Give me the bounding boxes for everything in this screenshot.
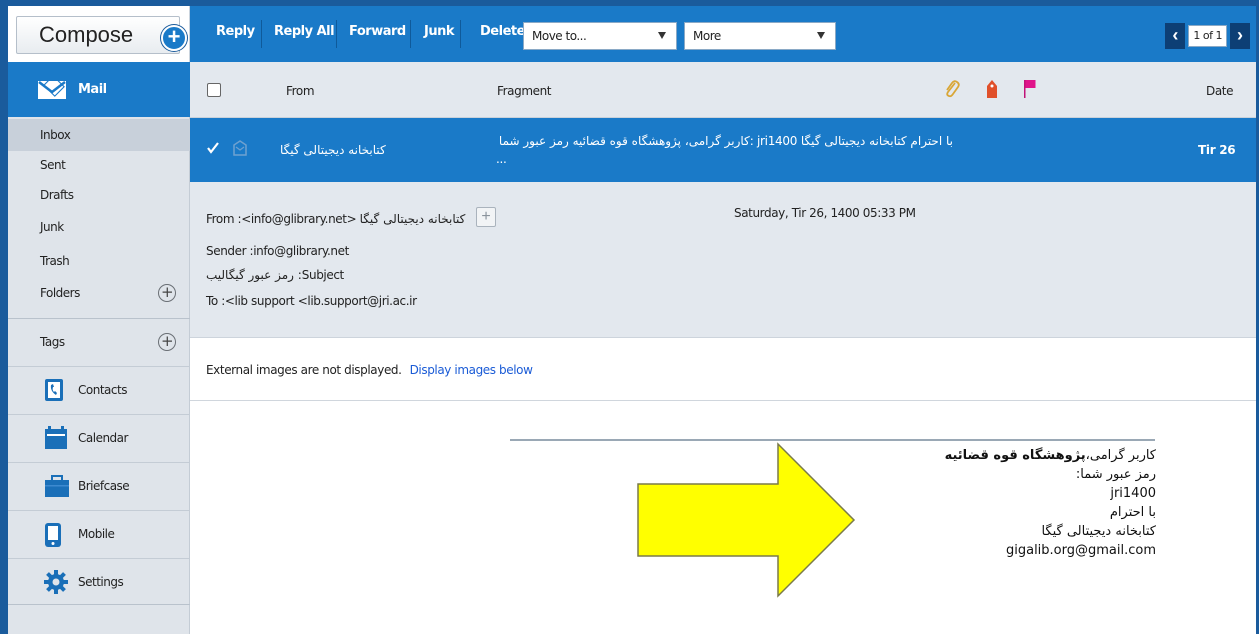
body-line-password-label: رمز عبور شما: bbox=[1075, 467, 1156, 482]
attachment-icon[interactable] bbox=[944, 80, 960, 103]
compose-button[interactable]: Compose + bbox=[16, 16, 187, 54]
greeting-org: پژوهشگاه قوه قضائیه bbox=[944, 448, 1086, 463]
sender-line: Sender :info@glibrary.net bbox=[206, 244, 349, 258]
folder-trash[interactable]: Trash bbox=[8, 245, 190, 277]
dropdown-arrow-icon bbox=[658, 32, 666, 39]
top-toolbar: Reply Reply All Forward Junk Delete Move… bbox=[8, 6, 1256, 62]
external-images-bar: External images are not displayed. Displa… bbox=[190, 339, 1256, 401]
folder-label: Sent bbox=[40, 158, 66, 172]
settings-icon bbox=[44, 570, 68, 597]
checkmark-icon[interactable] bbox=[207, 142, 219, 157]
app-label: Settings bbox=[78, 574, 124, 589]
folder-inbox[interactable]: Inbox bbox=[8, 119, 190, 151]
app-briefcase[interactable]: Briefcase bbox=[8, 462, 190, 508]
message-body: کاربر گرامی،پژوهشگاه قوه قضائیه رمز عبور… bbox=[190, 402, 1256, 634]
junk-button[interactable]: Junk bbox=[424, 24, 455, 39]
pager: ‹ 1 of 1 › bbox=[1165, 23, 1250, 49]
folder-label: Trash bbox=[40, 254, 70, 268]
prev-page-button[interactable]: ‹ bbox=[1165, 23, 1186, 49]
reading-pane-header: From :<info@glibrary.net> کتابخانه دیجیت… bbox=[190, 182, 1256, 338]
mail-label: Mail bbox=[78, 82, 107, 97]
move-to-value: Move to... bbox=[532, 29, 587, 43]
message-fragment: با احترام کتابخانه دیجیتالی گیگا jri1400… bbox=[498, 134, 953, 148]
message-date: Tir 26 bbox=[1198, 143, 1236, 157]
message-from: کتابخانه دیجیتالی گیگا bbox=[280, 143, 386, 157]
folder-junk[interactable]: Junk bbox=[8, 211, 190, 243]
body-text-block: کاربر گرامی،پژوهشگاه قوه قضائیه رمز عبور… bbox=[756, 446, 1156, 560]
delete-button[interactable]: Delete bbox=[480, 24, 525, 39]
toolbar-separator bbox=[410, 20, 411, 48]
plus-icon: + bbox=[161, 25, 187, 51]
folder-label: Drafts bbox=[40, 188, 74, 202]
add-folder-plus-icon[interactable]: + bbox=[158, 284, 176, 302]
briefcase-icon bbox=[44, 474, 70, 501]
read-status-icon[interactable] bbox=[232, 140, 248, 159]
folder-label: Junk bbox=[40, 220, 64, 234]
message-row-selected[interactable]: کتابخانه دیجیتالی گیگا با احترام کتابخان… bbox=[190, 118, 1256, 182]
reply-button[interactable]: Reply bbox=[216, 24, 255, 39]
reply-all-button[interactable]: Reply All bbox=[274, 24, 335, 39]
app-contacts[interactable]: Contacts bbox=[8, 366, 190, 412]
sidebar: Mail Inbox Sent Drafts Junk Trash Folder… bbox=[8, 62, 190, 634]
column-date[interactable]: Date bbox=[1206, 84, 1233, 98]
folder-sent[interactable]: Sent bbox=[8, 149, 190, 181]
body-line-password: jri1400 bbox=[1110, 486, 1156, 501]
tags-label: Tags bbox=[40, 335, 65, 349]
mail-icon bbox=[38, 80, 66, 99]
toolbar-separator bbox=[460, 20, 461, 48]
from-line: From :<info@glibrary.net> کتابخانه دیجیت… bbox=[206, 212, 466, 226]
toolbar-separator bbox=[336, 20, 337, 48]
calendar-icon bbox=[44, 426, 68, 453]
move-to-dropdown[interactable]: Move to... bbox=[523, 22, 677, 50]
app-mobile[interactable]: Mobile bbox=[8, 510, 190, 556]
folder-label: Inbox bbox=[40, 128, 71, 142]
external-notice-text: External images are not displayed. bbox=[206, 363, 402, 377]
more-dropdown[interactable]: More bbox=[684, 22, 836, 50]
mail-app-tab[interactable]: Mail bbox=[8, 62, 190, 117]
column-from[interactable]: From bbox=[286, 84, 315, 98]
body-line-regards: با احترام bbox=[1109, 505, 1156, 520]
app-calendar[interactable]: Calendar bbox=[8, 414, 190, 460]
message-datetime: Saturday, Tir 26, 1400 05:33 PM bbox=[734, 206, 916, 220]
tags-section[interactable]: Tags + bbox=[8, 326, 190, 358]
sidebar-divider bbox=[8, 604, 190, 605]
forward-button[interactable]: Forward bbox=[349, 24, 406, 39]
body-divider bbox=[510, 439, 1155, 441]
app-label: Mobile bbox=[78, 526, 115, 541]
sidebar-divider bbox=[8, 318, 190, 319]
folders-label: Folders bbox=[40, 286, 80, 300]
external-images-notice: External images are not displayed. Displa… bbox=[206, 363, 533, 377]
app-label: Calendar bbox=[78, 430, 128, 445]
message-fragment-ellipsis: ... bbox=[496, 152, 507, 166]
message-list-header: From Fragment Date bbox=[190, 62, 1256, 118]
app-settings[interactable]: Settings bbox=[8, 558, 190, 604]
app-label: Briefcase bbox=[78, 478, 130, 493]
add-tag-plus-icon[interactable]: + bbox=[158, 333, 176, 351]
body-line-signature: کتابخانه دیجیتالی گیگا bbox=[1041, 524, 1156, 539]
body-line-greeting: کاربر گرامی،پژوهشگاه قوه قضائیه bbox=[756, 446, 1156, 465]
toolbar-separator bbox=[261, 20, 262, 48]
body-line-email: gigalib.org@gmail.com bbox=[1005, 543, 1156, 558]
dropdown-arrow-icon bbox=[817, 32, 825, 39]
more-value: More bbox=[693, 29, 721, 43]
priority-icon[interactable] bbox=[986, 79, 998, 102]
app-label: Contacts bbox=[78, 382, 127, 397]
display-images-link[interactable]: Display images below bbox=[410, 363, 533, 377]
flag-icon[interactable] bbox=[1024, 80, 1036, 101]
mobile-icon bbox=[44, 522, 62, 551]
contacts-icon bbox=[44, 378, 64, 405]
to-line: To :<lib support <lib.support@jri.ac.ir bbox=[206, 294, 417, 308]
column-fragment[interactable]: Fragment bbox=[497, 84, 552, 98]
add-contact-plus-icon[interactable]: + bbox=[476, 207, 496, 227]
next-page-button[interactable]: › bbox=[1230, 23, 1250, 49]
page-indicator: 1 of 1 bbox=[1188, 25, 1227, 47]
folder-drafts[interactable]: Drafts bbox=[8, 179, 190, 211]
subject-line: رمز عبور گیگالیب :Subject bbox=[206, 268, 344, 282]
select-all-checkbox[interactable] bbox=[207, 83, 221, 97]
folders-section[interactable]: Folders + bbox=[8, 277, 190, 309]
greeting-prefix: کاربر گرامی، bbox=[1085, 448, 1156, 463]
compose-area: Compose + bbox=[8, 6, 190, 62]
compose-label: Compose bbox=[39, 22, 134, 47]
